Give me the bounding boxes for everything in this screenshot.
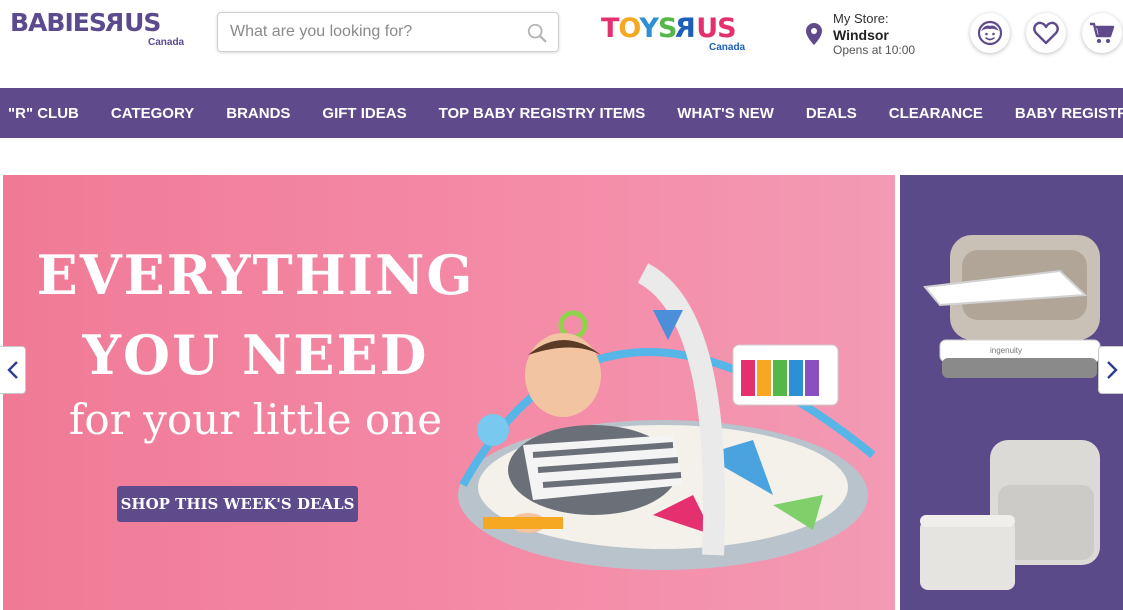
- hero-headline: EVERYTHING YOU NEED: [36, 243, 475, 387]
- hero-subheadline: for your little one: [68, 395, 443, 444]
- carousel-next-button[interactable]: [1098, 346, 1123, 394]
- chevron-left-icon: [6, 361, 18, 379]
- store-label: My Store:: [833, 11, 889, 26]
- shop-deals-button[interactable]: SHOP THIS WEEK'S DEALS: [117, 486, 358, 522]
- nav-whats-new[interactable]: WHAT'S NEW: [677, 105, 774, 122]
- carousel-prev-button[interactable]: [0, 346, 26, 394]
- heart-icon: [1033, 21, 1059, 45]
- wishlist-button[interactable]: [1026, 13, 1066, 53]
- nav-deals[interactable]: DEALS: [806, 105, 857, 122]
- nav-clearance[interactable]: CLEARANCE: [889, 105, 983, 122]
- location-pin-icon: [806, 23, 822, 45]
- nav-category[interactable]: CATEGORY: [111, 105, 194, 122]
- site-header: BABIESRUS Canada TOYSRUS Canada My Store…: [0, 0, 1123, 88]
- account-button[interactable]: [970, 13, 1010, 53]
- product-brand-mark: ingenuity: [990, 346, 1022, 355]
- cart-icon: [1090, 22, 1115, 43]
- nav-baby-registry[interactable]: BABY REGISTRY: [1015, 105, 1123, 122]
- nav-brands[interactable]: BRANDS: [226, 105, 290, 122]
- secondary-promo-panel[interactable]: ingenuity: [900, 175, 1123, 610]
- nav-r-club[interactable]: "R" CLUB: [8, 105, 79, 122]
- chevron-right-icon: [1106, 361, 1118, 379]
- baby-seat-and-glider-image: ingenuity: [920, 235, 1101, 590]
- cart-button[interactable]: [1082, 13, 1122, 53]
- store-hours: Opens at 10:00: [833, 43, 916, 57]
- search-input[interactable]: [230, 21, 520, 43]
- baby-activity-gym-image: [458, 263, 876, 570]
- nav-top-baby-registry-items[interactable]: TOP BABY REGISTRY ITEMS: [439, 105, 646, 122]
- my-store[interactable]: My Store: Windsor Opens at 10:00: [806, 11, 956, 61]
- nav-gift-ideas[interactable]: GIFT IDEAS: [322, 105, 406, 122]
- toys-r-us-logo[interactable]: TOYSRUS Canada: [601, 12, 761, 56]
- babies-r-us-logo[interactable]: BABIESRUS Canada: [10, 8, 190, 48]
- search-bar: [217, 12, 559, 52]
- account-icon: [977, 20, 1003, 46]
- hero-banner[interactable]: EVERYTHING YOU NEED for your little one …: [3, 175, 895, 610]
- search-icon[interactable]: [526, 22, 548, 44]
- main-nav: "R" CLUB CATEGORY BRANDS GIFT IDEAS TOP …: [0, 88, 1123, 138]
- store-name: Windsor: [833, 27, 889, 43]
